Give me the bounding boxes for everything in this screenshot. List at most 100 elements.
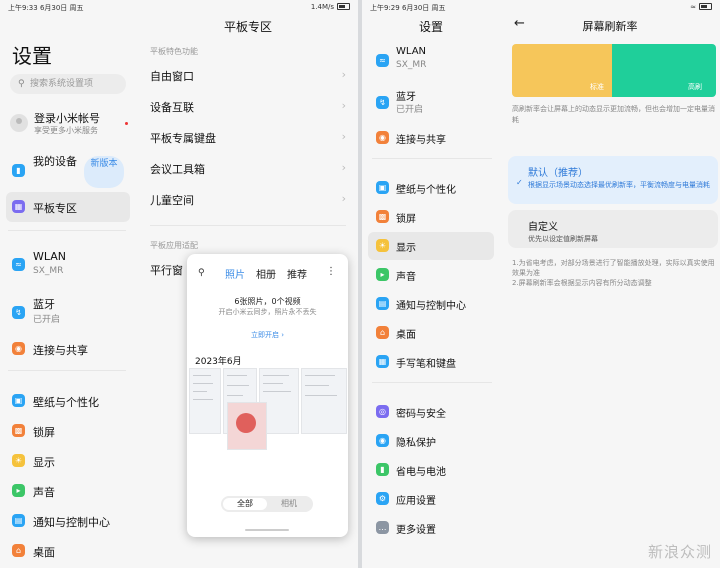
row-meeting-toolbox[interactable]: 会议工具箱 › [150, 161, 346, 185]
sidebar-item-battery[interactable]: ▮ 省电与电池 [368, 456, 494, 484]
row-kids-space[interactable]: 儿童空间 › [150, 192, 346, 216]
status-time: 上午9:29 6月30日 周五 [370, 4, 446, 12]
option-default[interactable]: ✓ 默认（推荐） 根据显示场景动态选择最优刷新率，平衡流畅度与电量消耗 [508, 156, 718, 204]
notification-icon: ▤ [376, 297, 389, 310]
tab-albums[interactable]: 相册 [256, 266, 276, 281]
battery-icon [337, 3, 350, 10]
sidebar-item-lockscreen[interactable]: ▩ 锁屏 [6, 416, 130, 446]
lock-icon: ▩ [376, 210, 389, 223]
month-header: 2023年6月 [195, 357, 242, 367]
sidebar-item-notifications[interactable]: ▤ 通知与控制中心 [6, 506, 130, 536]
keyboard-icon: ▦ [376, 355, 389, 368]
status-time: 上午9:33 6月30日 周五 [8, 4, 84, 12]
sidebar-item-notifications[interactable]: ▤ 通知与控制中心 [368, 290, 494, 318]
row-tablet-keyboard[interactable]: 平板专属键盘 › [150, 130, 346, 154]
section-header: 平板特色功能 [150, 47, 198, 56]
description: 高刷新率会让屏幕上的动态显示更加流畅，但也会增加一定电量消耗 [512, 105, 715, 124]
page-title: 设置 [418, 20, 443, 34]
photo-thumbnail[interactable] [227, 402, 267, 450]
search-input[interactable]: ⚲ 搜索系统设置项 [10, 74, 126, 94]
wifi-icon: ≈ [12, 258, 25, 271]
chevron-right-icon: › [341, 161, 346, 174]
refresh-rate-pane: ← 屏幕刷新率 标准 高刷 高刷新率会让屏幕上的动态显示更加流畅，但也会增加一定… [500, 14, 720, 568]
home-icon: ⌂ [376, 326, 389, 339]
sun-icon: ☀ [12, 454, 25, 467]
wifi-icon: ≈ [376, 54, 389, 67]
chevron-right-icon: › [341, 99, 346, 112]
sidebar-item-wallpaper[interactable]: ▣ 壁纸与个性化 [368, 174, 494, 202]
chevron-right-icon: › [341, 68, 346, 81]
sidebar-item-my-device[interactable]: ▮ 我的设备 新版本 [6, 154, 130, 188]
window-handle[interactable] [245, 529, 289, 531]
tab-recommend[interactable]: 推荐 [287, 266, 307, 281]
sidebar-item-bluetooth[interactable]: ↯ 蓝牙 已开启 [368, 86, 494, 120]
row-device-interconnect[interactable]: 设备互联 › [150, 99, 346, 123]
left-screenshot: 上午9:33 6月30日 周五 1.4M/s 设置 ⚲ 搜索系统设置项 登录小米… [0, 0, 358, 568]
chevron-right-icon: › [341, 192, 346, 205]
enable-cloud-link[interactable]: 立即开启 › [187, 330, 348, 340]
sidebar-item-display[interactable]: ☀ 显示 [6, 446, 130, 476]
tab-photos[interactable]: 照片 [225, 266, 245, 281]
battery-icon [699, 3, 712, 10]
bluetooth-icon: ↯ [376, 96, 389, 109]
chevron-right-icon: › [341, 130, 346, 143]
page-title: 设置 [12, 44, 52, 68]
wallpaper-icon: ▣ [12, 394, 25, 407]
sidebar-item-sound[interactable]: ▸ 声音 [6, 476, 130, 506]
speaker-icon: ▸ [12, 484, 25, 497]
sidebar-item-wallpaper[interactable]: ▣ 壁纸与个性化 [6, 386, 130, 416]
fingerprint-icon: ◎ [376, 405, 389, 418]
cloud-hint: 开启小米云同步，照片永不丢失 [218, 308, 317, 316]
sidebar-item-connection[interactable]: ◉ 连接与共享 [368, 124, 494, 152]
option-custom[interactable]: 自定义 优先以设定值刷新屏幕 [508, 210, 718, 248]
filter-toggle[interactable]: 全部 相机 [221, 496, 313, 512]
sidebar-item-wlan[interactable]: ≈ WLAN SX_MR [6, 246, 130, 282]
status-bar: 上午9:33 6月30日 周五 1.4M/s [0, 0, 358, 14]
divider [8, 370, 126, 371]
section-header: 平板应用适配 [150, 241, 198, 250]
photo-count: 6张照片，0个视频 [234, 297, 301, 306]
speaker-icon: ▸ [376, 268, 389, 281]
grid-icon: ▦ [12, 200, 25, 213]
sidebar-item-connection[interactable]: ◉ 连接与共享 [6, 334, 130, 364]
divider [372, 158, 492, 159]
status-bar: 上午9:29 6月30日 周五 ≈ [362, 0, 720, 14]
search-icon[interactable]: ⚲ [198, 268, 205, 278]
more-icon[interactable]: ⋮ [326, 266, 336, 277]
sidebar-item-home[interactable]: ⌂ 桌面 [368, 319, 494, 347]
avatar [10, 114, 28, 132]
photo-thumbnail[interactable] [189, 368, 221, 434]
sidebar-item-stylus-keyboard[interactable]: ▦ 手写笔和键盘 [368, 348, 494, 376]
sidebar-item-tablet-zone[interactable]: ▦ 平板专区 [6, 192, 130, 222]
sidebar-item-bluetooth[interactable]: ↯ 蓝牙 已开启 [6, 294, 130, 330]
row-free-window[interactable]: 自由窗口 › [150, 68, 346, 92]
footnotes: 1.为省电考虑，对部分场景进行了智能播放处理，实际以真实使用效果为准 2.屏幕刷… [512, 259, 715, 287]
sidebar-item-privacy[interactable]: ◉ 隐私保护 [368, 427, 494, 455]
sidebar-item-wlan[interactable]: ≈ WLAN SX_MR [368, 44, 494, 78]
sidebar-item-apps[interactable]: ⚙ 应用设置 [368, 485, 494, 513]
watermark: 新浪众测 [647, 543, 712, 561]
share-icon: ◉ [376, 131, 389, 144]
new-version-badge: 新版本 [84, 156, 124, 188]
wallpaper-icon: ▣ [376, 181, 389, 194]
share-icon: ◉ [12, 342, 25, 355]
checkmark-icon: ✓ [516, 178, 523, 187]
filter-camera[interactable]: 相机 [267, 498, 311, 510]
sidebar-item-home[interactable]: ⌂ 桌面 [6, 536, 130, 566]
photo-thumbnail[interactable] [301, 368, 347, 434]
sun-icon: ☀ [376, 239, 389, 252]
sidebar-item-sound[interactable]: ▸ 声音 [368, 261, 494, 289]
sidebar-item-more[interactable]: … 更多设置 [368, 514, 494, 542]
pane-title: 屏幕刷新率 [582, 20, 638, 33]
gallery-floating-window[interactable]: ⚲ 照片 相册 推荐 ⋮ 6张照片，0个视频 开启小米云同步，照片永不丢失 立即… [187, 254, 348, 537]
settings-list: 设置 ⚲ 搜索系统设置项 登录小米帐号 享受更多小米服务 ▮ 我的设备 新版本 … [0, 14, 138, 568]
lock-icon: ▩ [12, 424, 25, 437]
sidebar-item-display[interactable]: ☀ 显示 [368, 232, 494, 260]
account-login[interactable]: 登录小米帐号 享受更多小米服务 [10, 110, 128, 138]
more-icon: … [376, 521, 389, 534]
wifi-icon: ≈ [690, 3, 696, 11]
sidebar-item-password-security[interactable]: ◎ 密码与安全 [368, 398, 494, 426]
filter-all[interactable]: 全部 [223, 498, 267, 510]
refresh-rate-preview: 标准 高刷 [512, 44, 716, 97]
sidebar-item-lockscreen[interactable]: ▩ 锁屏 [368, 203, 494, 231]
